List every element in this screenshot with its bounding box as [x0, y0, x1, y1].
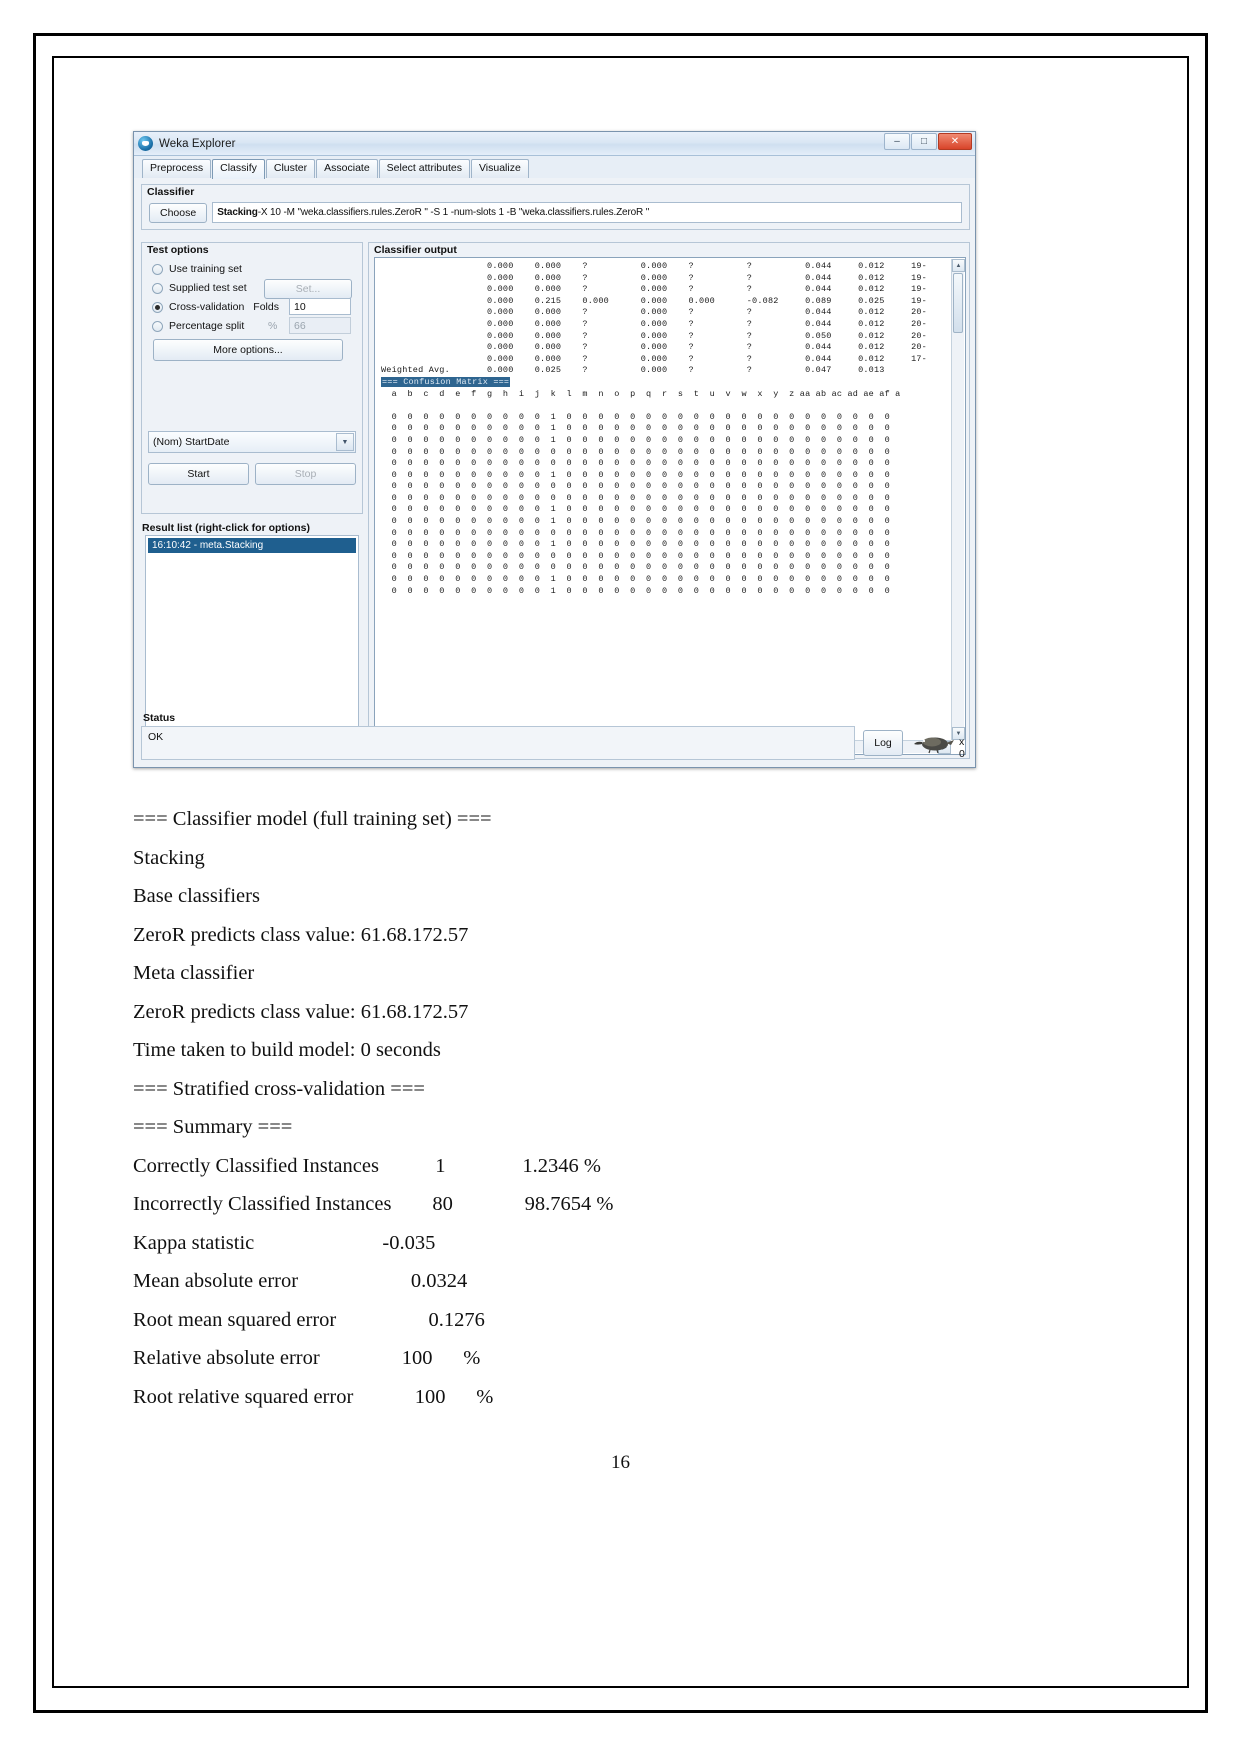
vertical-scroll-thumb[interactable]: [953, 273, 963, 333]
folds-input[interactable]: 10: [289, 298, 351, 315]
document-line: === Summary ===: [133, 1116, 293, 1138]
window-controls: – □ ✕: [884, 133, 972, 150]
document-line: Incorrectly Classified Instances 80 98.7…: [133, 1193, 614, 1215]
scroll-up-icon[interactable]: ▲: [952, 259, 965, 272]
tab-cluster[interactable]: Cluster: [265, 159, 316, 178]
confusion-matrix-title: === Confusion Matrix ===: [381, 376, 511, 387]
document-line: Relative absolute error 100 %: [133, 1347, 481, 1369]
document-line: Mean absolute error 0.0324: [133, 1270, 468, 1292]
radio-supplied-test-set[interactable]: [152, 282, 163, 294]
maximize-button[interactable]: □: [911, 133, 937, 150]
page-number: 16: [611, 1452, 630, 1473]
classifier-scheme-name: Stacking: [217, 207, 258, 218]
document-line: Meta classifier: [133, 962, 255, 984]
class-attribute-combo[interactable]: (Nom) StartDate ▼: [148, 431, 356, 453]
document-line: === Stratified cross-validation ===: [133, 1077, 425, 1100]
document-line: Correctly Classified Instances 1 1.2346 …: [133, 1154, 602, 1177]
output-metrics-block: 0.000 0.000 ? 0.000 ? ? 0.044 0.012 19- …: [381, 261, 927, 376]
tab-associate[interactable]: Associate: [316, 159, 378, 178]
tab-preprocess[interactable]: Preprocess: [142, 159, 212, 178]
set-button[interactable]: Set...: [264, 279, 352, 299]
option-supplied-test-set[interactable]: Supplied test set Set...: [152, 279, 362, 299]
weka-logo-icon: [138, 136, 153, 151]
document-line: Stacking: [133, 846, 205, 869]
classifier-panel-label: Classifier: [147, 186, 195, 198]
radio-percentage-split[interactable]: [152, 320, 163, 332]
option-percentage-split[interactable]: Percentage split % 66: [152, 317, 362, 334]
close-button[interactable]: ✕: [938, 133, 972, 150]
document-line: === Classifier model (full training set)…: [133, 808, 492, 830]
class-attribute-value: (Nom) StartDate: [153, 436, 230, 448]
label-percentage-split: Percentage split: [169, 320, 245, 332]
document-line: Time taken to build model: 0 seconds: [133, 1039, 441, 1061]
status-panel: Status OK Log x 0: [141, 712, 970, 764]
status-panel-label: Status: [143, 712, 176, 724]
classifier-scheme-options: -X 10 -M "weka.classifiers.rules.ZeroR "…: [257, 207, 650, 218]
bird-counter: x 0: [959, 736, 965, 760]
radio-use-training-set[interactable]: [152, 263, 163, 275]
label-use-training-set: Use training set: [169, 263, 242, 275]
document-line: Root mean squared error 0.1276: [133, 1308, 485, 1331]
choose-button[interactable]: Choose: [149, 202, 208, 223]
document-line: ZeroR predicts class value: 61.68.172.57: [133, 1000, 469, 1023]
list-item[interactable]: 16:10:42 - meta.Stacking: [148, 538, 356, 553]
chevron-down-icon[interactable]: ▼: [336, 433, 354, 451]
document-body: === Classifier model (full training set)…: [133, 800, 1093, 1416]
document-line: Kappa statistic -0.035: [133, 1231, 436, 1254]
tab-classify[interactable]: Classify: [212, 159, 265, 179]
log-button[interactable]: Log: [863, 730, 903, 756]
weka-bird-icon[interactable]: [913, 730, 955, 754]
classifier-output-label: Classifier output: [374, 244, 457, 256]
tab-visualize[interactable]: Visualize: [470, 159, 529, 178]
classifier-output-panel: Classifier output 0.000 0.000 ? 0.000 ? …: [368, 242, 970, 759]
document-line: Root relative squared error 100 %: [133, 1385, 494, 1408]
label-folds: Folds: [253, 301, 279, 313]
document-line: ZeroR predicts class value: 61.68.172.57: [133, 923, 469, 946]
result-list-label: Result list (right-click for options): [142, 522, 311, 534]
tab-select-attributes[interactable]: Select attributes: [378, 159, 470, 178]
classifier-command-field[interactable]: Stacking -X 10 -M "weka.classifiers.rule…: [212, 202, 962, 223]
start-button[interactable]: Start: [148, 463, 249, 485]
option-cross-validation[interactable]: Cross-validation Folds 10: [152, 298, 362, 315]
classifier-output-text: 0.000 0.000 ? 0.000 ? ? 0.044 0.012 19- …: [381, 261, 927, 597]
radio-cross-validation[interactable]: [152, 301, 163, 313]
stop-button[interactable]: Stop: [255, 463, 356, 485]
classifier-output-textarea[interactable]: 0.000 0.000 ? 0.000 ? ? 0.044 0.012 19- …: [374, 257, 966, 755]
window-title: Weka Explorer: [159, 137, 236, 150]
status-text: OK: [141, 726, 855, 760]
weka-explorer-window: Weka Explorer – □ ✕ Preprocess Classify …: [133, 131, 976, 768]
classifier-choose-row: Choose Stacking -X 10 -M "weka.classifie…: [149, 201, 962, 224]
output-vertical-scrollbar[interactable]: ▲ ▼: [951, 259, 965, 740]
test-options-label: Test options: [147, 244, 209, 256]
classifier-panel: Classifier Choose Stacking -X 10 -M "wek…: [141, 184, 970, 230]
confusion-matrix-header: a b c d e f g h i j k l m n o p q r s t …: [381, 388, 901, 399]
document-line: Base classifiers: [133, 885, 260, 907]
main-tabs: Preprocess Classify Cluster Associate Se…: [134, 156, 975, 179]
label-percent-sign: %: [268, 320, 278, 332]
confusion-matrix-body: 0 0 0 0 0 0 0 0 0 0 1 0 0 0 0 0 0 0 0 0 …: [391, 411, 890, 596]
window-titlebar: Weka Explorer – □ ✕: [134, 132, 975, 156]
test-options-panel: Test options Use training set Supplied t…: [141, 242, 363, 514]
minimize-button[interactable]: –: [884, 133, 910, 150]
label-supplied-test-set: Supplied test set: [169, 282, 247, 294]
label-cross-validation: Cross-validation: [169, 301, 245, 313]
percentage-split-input[interactable]: 66: [289, 317, 351, 334]
more-options-button[interactable]: More options...: [153, 339, 343, 361]
option-use-training-set[interactable]: Use training set: [152, 263, 362, 275]
